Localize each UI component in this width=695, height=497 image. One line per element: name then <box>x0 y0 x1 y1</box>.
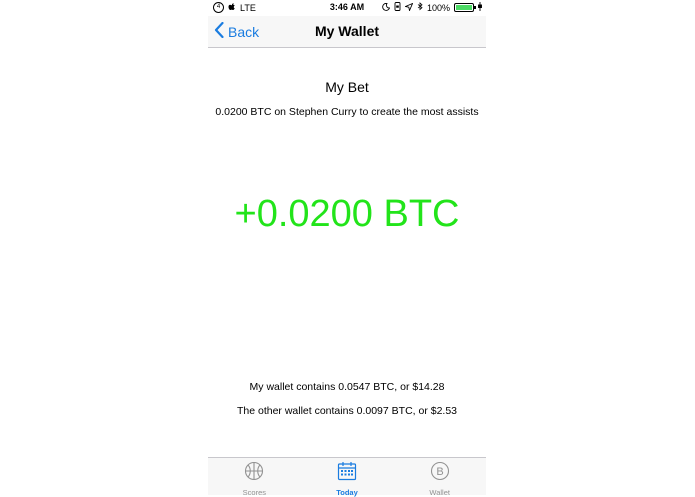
basketball-icon <box>244 461 264 486</box>
bet-description: 0.0200 BTC on Stephen Curry to create th… <box>215 106 479 118</box>
other-wallet-balance: The other wallet contains 0.0097 BTC, or… <box>236 405 458 417</box>
bluetooth-icon <box>417 2 423 13</box>
location-arrow-icon <box>403 2 414 13</box>
navigation-bar: Back My Wallet <box>208 16 486 48</box>
status-bar: 4 LTE 3:46 AM 100% <box>208 0 486 16</box>
charging-plug-icon <box>478 2 482 13</box>
battery-icon <box>454 3 476 12</box>
status-right: 100% <box>382 2 482 13</box>
calendar-icon <box>337 461 357 486</box>
bitcoin-icon: B <box>430 461 450 486</box>
tab-scores[interactable]: Scores <box>208 458 301 497</box>
tab-today[interactable]: Today <box>301 458 394 497</box>
bet-heading: My Bet <box>325 79 369 95</box>
tab-wallet[interactable]: B Wallet <box>393 458 486 497</box>
rotation-lock-icon <box>394 2 401 13</box>
my-wallet-balance: My wallet contains 0.0547 BTC, or $14.28 <box>249 381 445 393</box>
moon-icon <box>382 2 391 13</box>
tab-bar: Scores Today B Wallet <box>208 457 486 497</box>
battery-percent: 100% <box>426 2 450 13</box>
phone-screen: 4 LTE 3:46 AM 100% Back My Wallet My Bet… <box>208 0 486 497</box>
tab-today-label: Today <box>336 488 358 497</box>
svg-text:B: B <box>436 466 443 478</box>
bet-amount: +0.0200 BTC <box>234 193 460 235</box>
tab-scores-label: Scores <box>242 488 266 497</box>
tab-wallet-label: Wallet <box>429 488 450 497</box>
page-title: My Wallet <box>314 23 380 39</box>
